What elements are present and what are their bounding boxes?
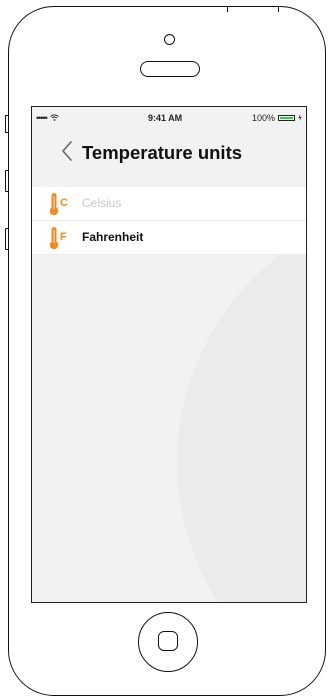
battery-percent: 100%	[251, 113, 275, 123]
home-button-square	[158, 631, 178, 651]
earpiece-speaker	[140, 61, 200, 77]
unit-letter-f: F	[60, 231, 67, 243]
unit-list: C Celsius F Fahrenheit	[32, 187, 306, 255]
unit-label-fahrenheit: Fahrenheit	[82, 230, 144, 244]
battery-fill	[280, 117, 293, 119]
navigation-bar: Temperature units	[32, 131, 306, 173]
status-time: 9:41 AM	[148, 113, 183, 123]
thermometer-icon: C	[49, 192, 74, 216]
chevron-left-icon	[62, 141, 72, 161]
mute-switch	[5, 115, 9, 133]
status-bar: ••••• 9:41 AM 100%	[32, 107, 306, 129]
front-camera	[164, 34, 175, 45]
unit-option-fahrenheit[interactable]: F Fahrenheit	[32, 221, 306, 255]
status-left: •••••	[36, 113, 59, 123]
thermometer-icon: F	[49, 226, 74, 250]
back-button[interactable]	[56, 139, 78, 163]
power-button	[227, 6, 279, 12]
screen: ••••• 9:41 AM 100% Temperature units C C…	[31, 106, 307, 603]
signal-dots: •••••	[36, 112, 48, 123]
unit-option-celsius[interactable]: C Celsius	[32, 187, 306, 221]
volume-down-button	[5, 228, 9, 250]
unit-letter-c: C	[60, 197, 68, 209]
background-arc	[177, 202, 306, 602]
charging-icon	[298, 113, 302, 123]
page-title: Temperature units	[82, 142, 243, 163]
wifi-icon	[49, 113, 59, 123]
battery-icon	[278, 115, 295, 121]
volume-up-button	[5, 170, 9, 192]
status-right: 100%	[252, 113, 302, 123]
unit-label-celsius: Celsius	[82, 196, 122, 210]
